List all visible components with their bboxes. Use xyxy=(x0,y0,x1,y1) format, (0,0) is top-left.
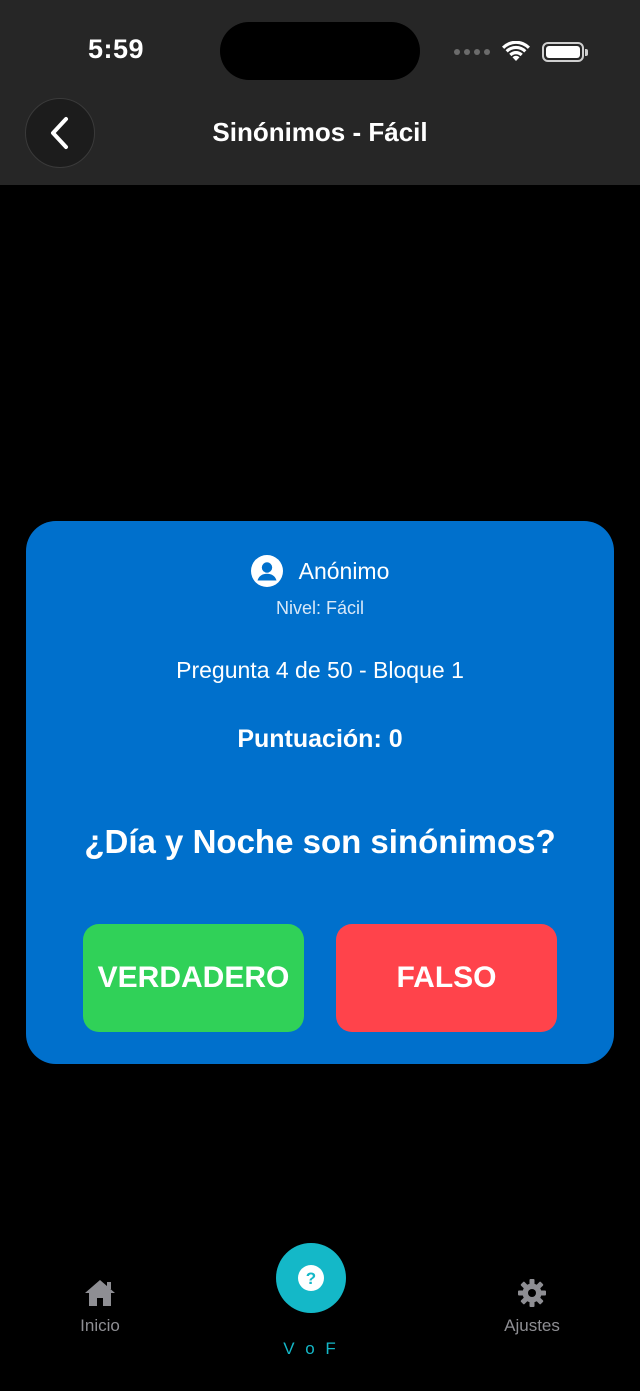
header: 5:59 Sinónimos - Fácil xyxy=(0,0,640,185)
tab-ajustes[interactable]: Ajustes xyxy=(472,1278,592,1336)
user-row: Anónimo xyxy=(26,555,614,587)
tab-vof[interactable]: ? xyxy=(276,1243,346,1313)
user-name: Anónimo xyxy=(298,557,390,584)
question-card: Anónimo Nivel: Fácil Pregunta 4 de 50 - … xyxy=(26,521,614,1064)
battery-icon xyxy=(542,42,588,62)
page-title: Sinónimos - Fácil xyxy=(212,117,428,147)
svg-text:?: ? xyxy=(306,1269,316,1288)
wifi-icon xyxy=(502,41,530,61)
dynamic-island xyxy=(220,22,420,80)
false-button[interactable]: FALSO xyxy=(336,924,557,1032)
true-button[interactable]: VERDADERO xyxy=(83,924,304,1032)
status-time: 5:59 xyxy=(88,34,145,64)
status-icons xyxy=(454,38,588,66)
level-label: Nivel: Fácil xyxy=(275,598,364,618)
score-label: Puntuación: 0 xyxy=(237,725,403,753)
question-progress: Pregunta 4 de 50 - Bloque 1 xyxy=(176,657,464,683)
tab-label-vof: V o F xyxy=(283,1339,339,1358)
user-circle-icon xyxy=(250,555,283,587)
cellular-signal-icon xyxy=(454,49,490,55)
quiz-screen: 5:59 Sinónimos - Fácil Anónimo Nivel: Fá… xyxy=(0,0,640,1391)
question-circle-icon: ? xyxy=(298,1265,324,1291)
tab-inicio[interactable]: Inicio xyxy=(40,1278,160,1336)
tab-label-ajustes: Ajustes xyxy=(504,1316,560,1335)
gear-icon xyxy=(518,1279,546,1307)
tab-label-inicio: Inicio xyxy=(80,1316,120,1335)
home-icon xyxy=(85,1280,115,1306)
question-text: ¿Día y Noche son sinónimos? xyxy=(84,823,556,860)
